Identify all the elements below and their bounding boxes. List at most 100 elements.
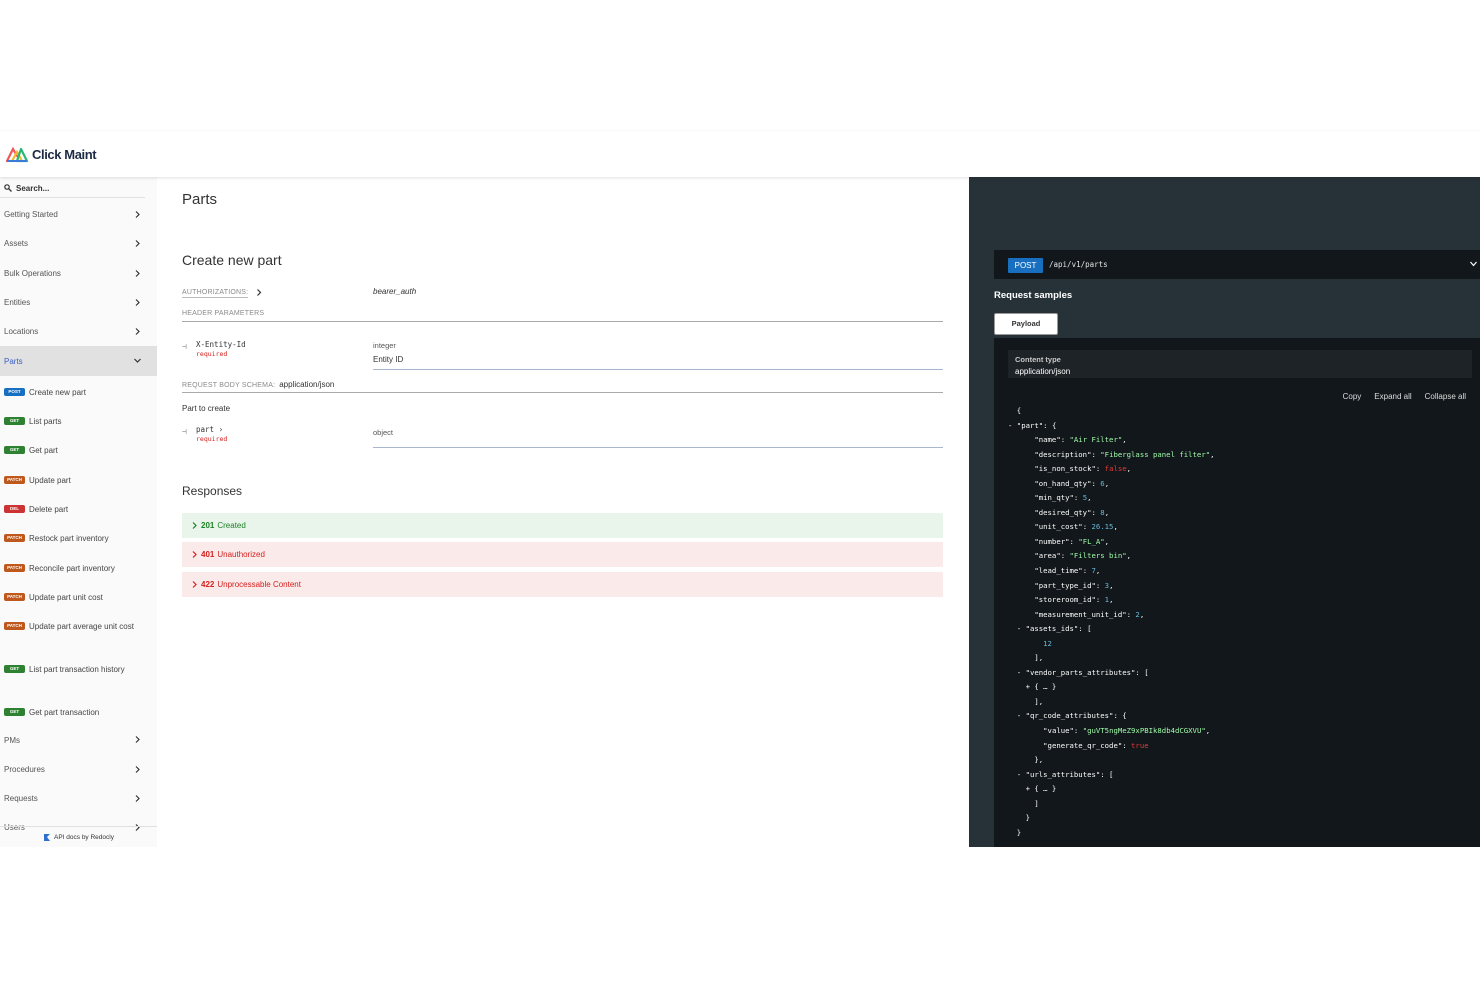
content-type-box[interactable]: Content type application/json <box>1008 350 1472 378</box>
json-line: "part_type_id": 3, <box>1008 579 1215 594</box>
authorizations-row: AUTHORIZATIONS: bearer_auth <box>182 287 943 303</box>
response-401[interactable]: 401 Unauthorized <box>182 542 943 567</box>
search-box <box>0 178 145 198</box>
search-input[interactable] <box>16 180 141 196</box>
endpoint-bar[interactable]: POST /api/v1/parts <box>994 250 1480 279</box>
sidebar-op-list-parts[interactable]: GET List parts <box>0 405 157 434</box>
app-root: Click Maint Getting Started Assets Bulk Op… <box>0 131 1480 847</box>
json-token: , <box>1104 478 1110 488</box>
sidebar-op-label: Restock part inventory <box>29 534 109 544</box>
json-token: , <box>1113 522 1118 532</box>
sidebar-item-label: Requests <box>4 794 38 804</box>
chevron-right-icon <box>135 328 140 336</box>
top-header: Click Maint <box>0 131 1480 177</box>
json-token: "part_type_id" <box>1034 580 1096 590</box>
sidebar-op-get-part[interactable]: GET Get part <box>0 434 157 463</box>
chevron-right-icon[interactable] <box>256 289 262 296</box>
sidebar-item-label: Bulk Operations <box>4 268 61 278</box>
sidebar-op-update-part[interactable]: PATCH Update part <box>0 464 157 493</box>
json-token: "Filters bin" <box>1069 551 1127 561</box>
sidebar-op-label: Update part unit cost <box>29 592 103 602</box>
sidebar-item-label: Locations <box>4 327 39 337</box>
tab-payload[interactable]: Payload <box>994 313 1058 335</box>
json-line: "value": "guVT5ngMeZ9xPBIk8db4dCGXVU", <box>1008 724 1215 739</box>
tree-line-icon: ⊣ <box>182 342 187 351</box>
json-token: } <box>1025 813 1030 823</box>
sidebar-op-create-new-part[interactable]: POST Create new part <box>0 376 157 405</box>
expand-toggle[interactable]: + <box>1008 784 1034 793</box>
json-line: "on_hand_qty": 6, <box>1008 477 1215 492</box>
method-badge: GET <box>4 417 25 426</box>
sidebar-op-label: List part transaction history <box>29 665 125 675</box>
collapse-toggle[interactable]: - <box>1008 624 1026 633</box>
json-token: : <box>1073 493 1083 503</box>
json-token: , <box>1095 566 1101 576</box>
sidebar-op-label: Get part transaction <box>29 708 100 718</box>
json-token: : <box>1091 478 1101 488</box>
copy-button[interactable]: Copy <box>1343 392 1362 401</box>
chevron-right-icon <box>192 551 197 558</box>
json-token: : { <box>1113 711 1127 721</box>
collapse-toggle[interactable]: - <box>1008 711 1026 720</box>
collapse-toggle[interactable]: - <box>1008 668 1026 677</box>
main-content: Parts Create new part AUTHORIZATIONS: be… <box>157 177 969 847</box>
chevron-down-icon[interactable] <box>1470 261 1477 267</box>
json-token: : <box>1060 435 1070 445</box>
json-line: }, <box>1008 753 1215 768</box>
json-token: : { <box>1043 420 1057 430</box>
redocly-icon <box>44 833 50 841</box>
expand-toggle[interactable]: + <box>1008 682 1034 691</box>
chevron-right-icon <box>135 298 140 306</box>
body-param-row[interactable]: ⊣ part › required object <box>182 425 943 449</box>
param-name[interactable]: part › <box>196 425 223 434</box>
json-token: }, <box>1034 755 1044 765</box>
json-token: , <box>1104 507 1110 517</box>
sidebar-op-get-part-transaction[interactable]: GET Get part transaction <box>0 696 157 725</box>
expand-all-button[interactable]: Expand all <box>1374 392 1411 401</box>
param-type: integer <box>373 341 396 350</box>
sidebar-item-getting-started[interactable]: Getting Started <box>0 200 157 229</box>
response-201[interactable]: 201 Created <box>182 513 943 538</box>
json-line: "measurement_unit_id": 2, <box>1008 608 1215 623</box>
authorizations-label[interactable]: AUTHORIZATIONS: <box>182 289 249 298</box>
json-token: , <box>1126 464 1132 474</box>
sidebar-item-assets[interactable]: Assets <box>0 229 157 258</box>
sidebar-op-restock-part-inventory[interactable]: PATCH Restock part inventory <box>0 522 157 551</box>
json-token: : <box>1073 726 1083 736</box>
sidebar-op-update-part-average-unit-cost[interactable]: PATCH Update part average unit cost <box>0 610 157 653</box>
chevron-right-icon <box>135 736 140 744</box>
sidebar-item-bulk-operations[interactable]: Bulk Operations <box>0 259 157 288</box>
json-token: "lead_time" <box>1034 566 1083 576</box>
sidebar-op-list-part-transaction-history[interactable]: GET List part transaction history <box>0 653 157 696</box>
collapse-toggle[interactable]: - <box>1008 421 1017 430</box>
param-type: object <box>373 428 394 437</box>
json-token: "urls_attributes" <box>1025 769 1101 779</box>
sidebar-item-locations[interactable]: Locations <box>0 317 157 346</box>
sidebar-item-label: Procedures <box>4 764 45 774</box>
json-token: "is_non_stock" <box>1034 464 1096 474</box>
sidebar-op-reconcile-part-inventory[interactable]: PATCH Reconcile part inventory <box>0 552 157 581</box>
json-line: "min_qty": 5, <box>1008 491 1215 506</box>
response-422[interactable]: 422 Unprocessable Content <box>182 572 943 597</box>
brand-logo[interactable]: Click Maint <box>5 146 97 163</box>
sidebar-op-label: Reconcile part inventory <box>29 563 115 573</box>
json-line: "generate_qr_code": true <box>1008 739 1215 754</box>
sidebar-item-requests[interactable]: Requests <box>0 784 157 813</box>
json-token: "generate_qr_code" <box>1043 740 1123 750</box>
http-method-badge: POST <box>1008 258 1043 273</box>
authorizations-value: bearer_auth <box>373 287 417 296</box>
json-token: , <box>1210 449 1215 459</box>
sidebar-item-entities[interactable]: Entities <box>0 288 157 317</box>
chevron-down-icon <box>134 359 141 364</box>
json-line: "desired_qty": 8, <box>1008 506 1215 521</box>
search-icon <box>4 184 12 192</box>
collapse-all-button[interactable]: Collapse all <box>1425 392 1466 401</box>
collapse-toggle[interactable]: - <box>1008 770 1026 779</box>
sidebar-item-procedures[interactable]: Procedures <box>0 755 157 784</box>
sidebar-item-parts[interactable]: Parts <box>0 346 157 376</box>
redocly-footer[interactable]: API docs by Redocly <box>0 826 157 847</box>
sidebar-item-pms[interactable]: PMs <box>0 725 157 754</box>
json-token: , <box>1104 536 1110 546</box>
sidebar-op-update-part-unit-cost[interactable]: PATCH Update part unit cost <box>0 581 157 610</box>
sidebar-op-delete-part[interactable]: DEL Delete part <box>0 493 157 522</box>
